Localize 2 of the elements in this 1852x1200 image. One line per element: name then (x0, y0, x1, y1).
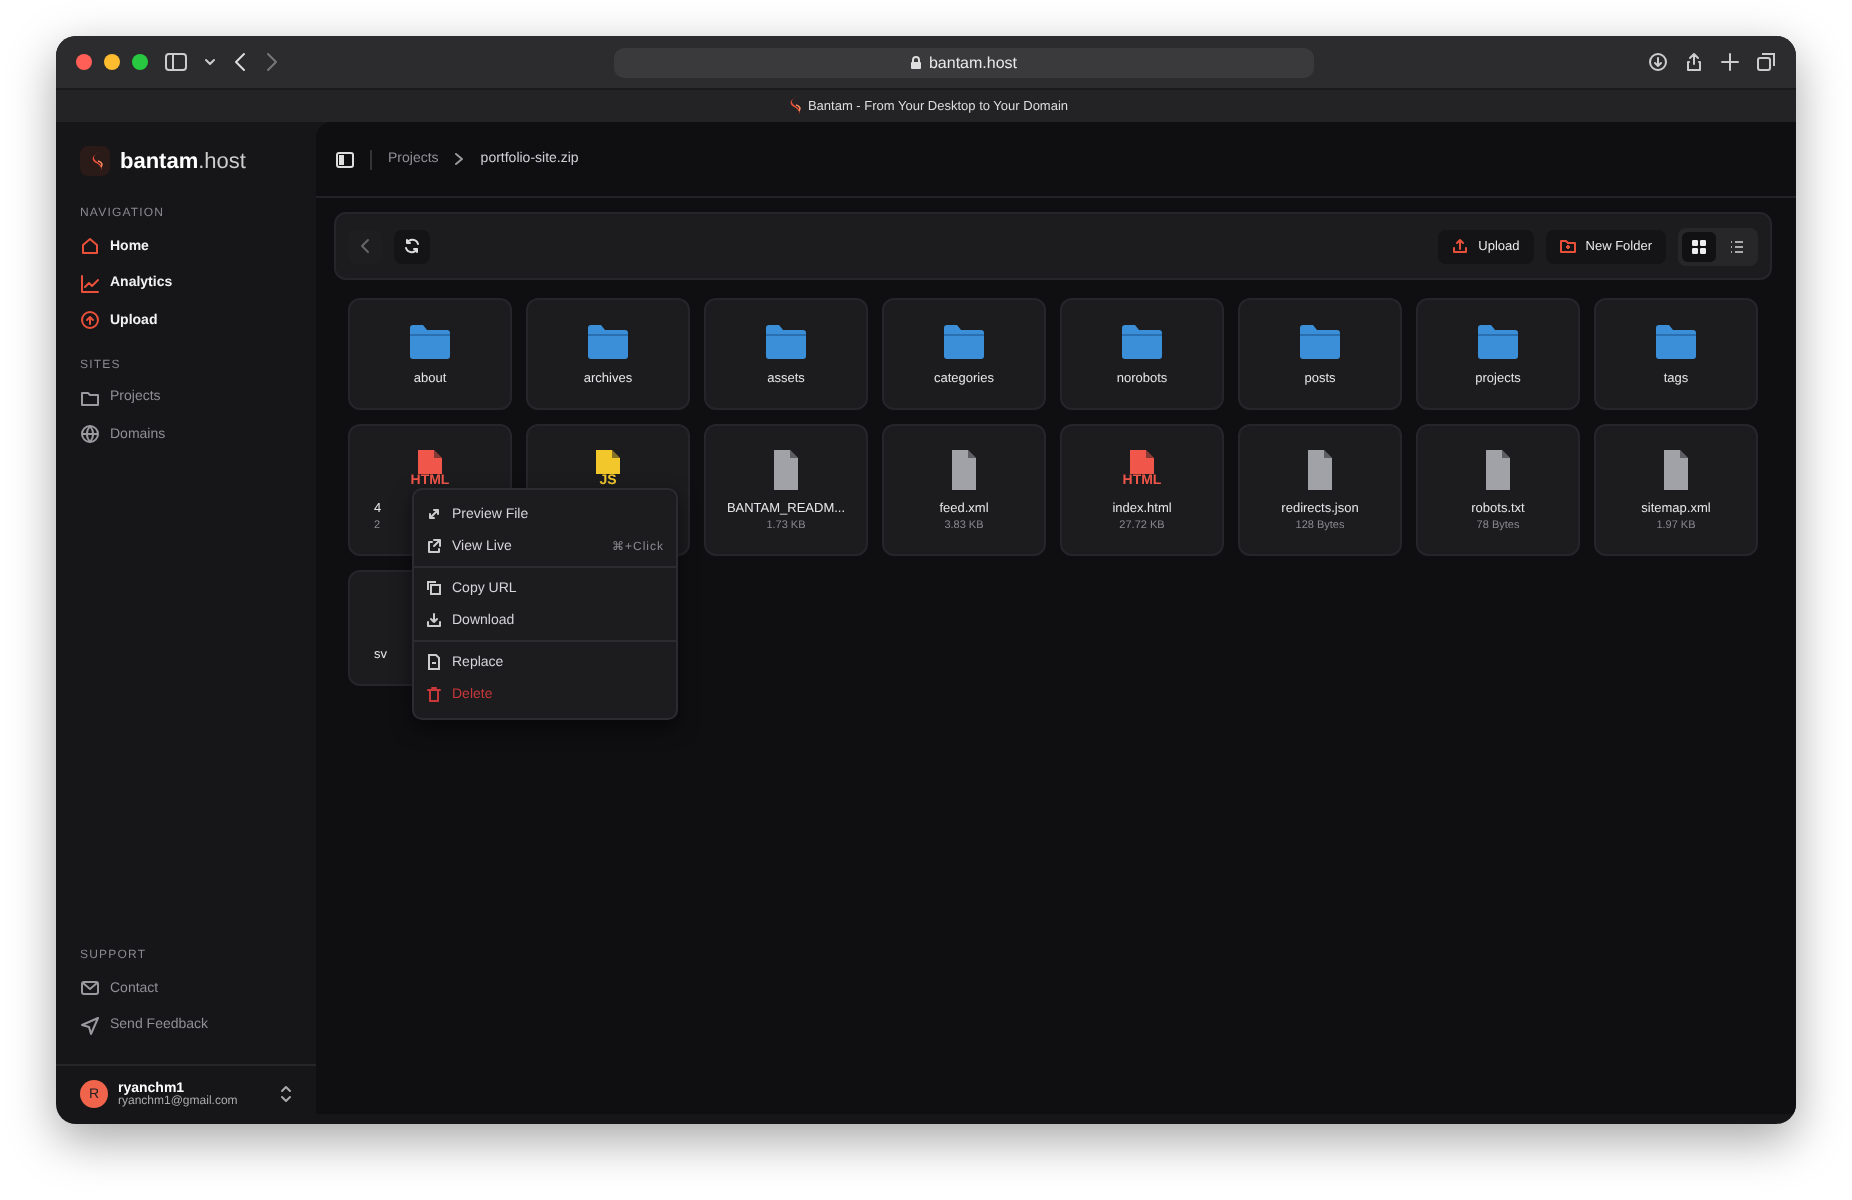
brand-name: bantam.host (120, 149, 246, 173)
url-text: bantam.host (928, 53, 1018, 71)
